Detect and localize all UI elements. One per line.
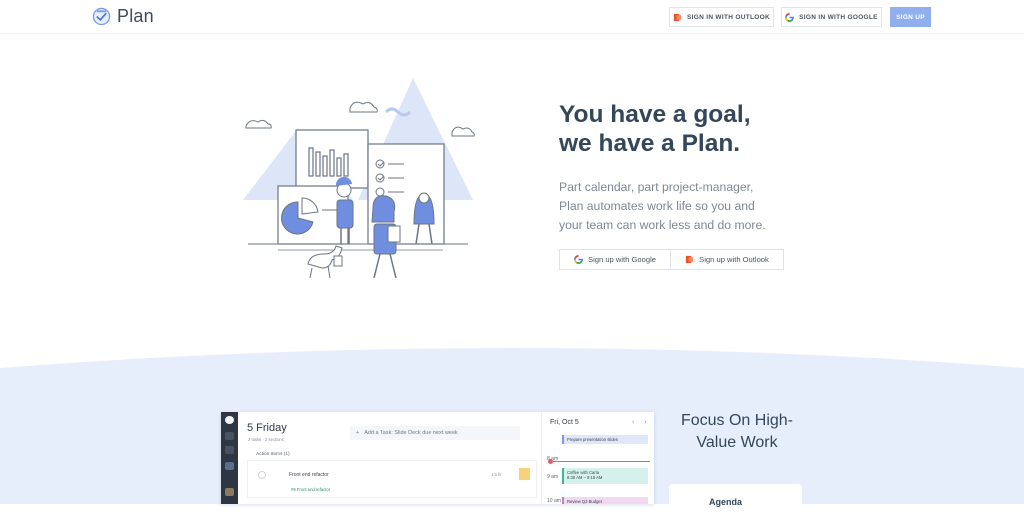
day-panel: 5 Friday 2 tasks · 2 sections + Add a Ta…: [238, 412, 542, 504]
avatar: [225, 416, 234, 424]
feature-heading-line: Value Work: [696, 434, 778, 451]
sign-up-google-label: Sign up with Google: [588, 255, 656, 264]
add-task-input[interactable]: + Add a Task: Slide Deck due next week: [350, 426, 520, 440]
sign-in-google-button[interactable]: SIGN IN WITH GOOGLE: [781, 7, 882, 27]
hero-heading-line: we have a Plan.: [559, 130, 741, 157]
hero-heading-line: You have a goal,: [559, 101, 751, 128]
event-time: 8:30 AM – 9:15 AM: [567, 475, 603, 480]
task-project[interactable]: #9 Front end refactor: [291, 487, 330, 492]
hero-subtitle-line: Part calendar, part project-manager,: [559, 180, 754, 194]
sign-up-google-button[interactable]: Sign up with Google: [559, 249, 671, 270]
calendar-event[interactable]: Coffee with Carla 8:30 AM – 9:15 AM: [562, 468, 648, 484]
task-row[interactable]: Front end refactor 1.5 hr #9 Front end r…: [247, 460, 537, 498]
task-duration: 1.5 hr: [491, 472, 502, 477]
calendar-icon: [225, 446, 234, 454]
hero-illustration: [243, 78, 475, 279]
sign-in-outlook-label: SIGN IN WITH OUTLOOK: [687, 13, 770, 21]
hero-subtitle: Part calendar, part project-manager, Pla…: [559, 178, 799, 235]
hero-heading: You have a goal, we have a Plan.: [559, 100, 859, 158]
sign-up-button[interactable]: SIGN UP: [890, 7, 931, 27]
feature-card: Agenda: [669, 484, 802, 514]
hour-label: 9 am: [547, 474, 559, 480]
check-circle-icon: [92, 7, 111, 26]
task-name: Front end refactor: [289, 472, 329, 478]
action-items-header[interactable]: Action Items (1): [256, 452, 290, 457]
calendar-panel: Fri, Oct 5 ‹ › Prepare presentation slid…: [542, 412, 654, 504]
hero-subtitle-line: your team can work less and do more.: [559, 218, 766, 232]
sign-up-outlook-label: Sign up with Outlook: [699, 255, 769, 264]
current-time-dot: [548, 459, 553, 464]
top-nav: Plan SIGN IN WITH OUTLOOK SIGN IN WITH G…: [0, 0, 1024, 34]
event-title: Review Q3 Budget: [567, 499, 602, 504]
feature-heading-line: Focus On High-: [680, 412, 794, 429]
app-sidebar: [221, 412, 238, 504]
projects-icon: [225, 462, 234, 470]
team-icon: [225, 488, 234, 496]
google-icon: [785, 12, 795, 22]
calendar-event[interactable]: Prepare presentation slides: [562, 435, 648, 444]
calendar-date: Fri, Oct 5: [550, 419, 579, 426]
calendar-nav-arrows[interactable]: ‹ ›: [632, 419, 651, 426]
app-preview-screenshot: 5 Friday 2 tasks · 2 sections + Add a Ta…: [221, 412, 654, 504]
sign-in-google-label: SIGN IN WITH GOOGLE: [799, 13, 878, 21]
google-icon: [574, 255, 583, 264]
feature-card-label: Agenda: [709, 497, 743, 507]
task-checkbox[interactable]: [258, 471, 266, 479]
event-title: Prepare presentation slides: [567, 437, 618, 442]
hour-label: 10 am: [547, 498, 561, 504]
outlook-icon: [686, 255, 694, 264]
logo-text: Plan: [117, 6, 154, 26]
current-time-line: [550, 461, 650, 462]
feature-heading: Focus On High- Value Work: [662, 410, 812, 454]
logo[interactable]: Plan: [92, 6, 154, 27]
plus-icon: +: [356, 430, 360, 436]
inbox-icon: [225, 432, 234, 440]
task-tag: [519, 468, 530, 480]
hero-subtitle-line: Plan automates work life so you and: [559, 199, 755, 213]
outlook-icon: [673, 13, 682, 21]
calendar-event[interactable]: Review Q3 Budget: [562, 497, 648, 504]
day-title: 5 Friday: [247, 422, 287, 434]
day-meta: 2 tasks · 2 sections: [248, 437, 284, 442]
sign-up-outlook-button[interactable]: Sign up with Outlook: [671, 249, 784, 270]
sign-in-outlook-button[interactable]: SIGN IN WITH OUTLOOK: [669, 7, 774, 27]
hero-signup-buttons: Sign up with Google Sign up with Outlook: [559, 249, 784, 270]
add-task-placeholder: Add a Task: Slide Deck due next week: [364, 430, 458, 436]
